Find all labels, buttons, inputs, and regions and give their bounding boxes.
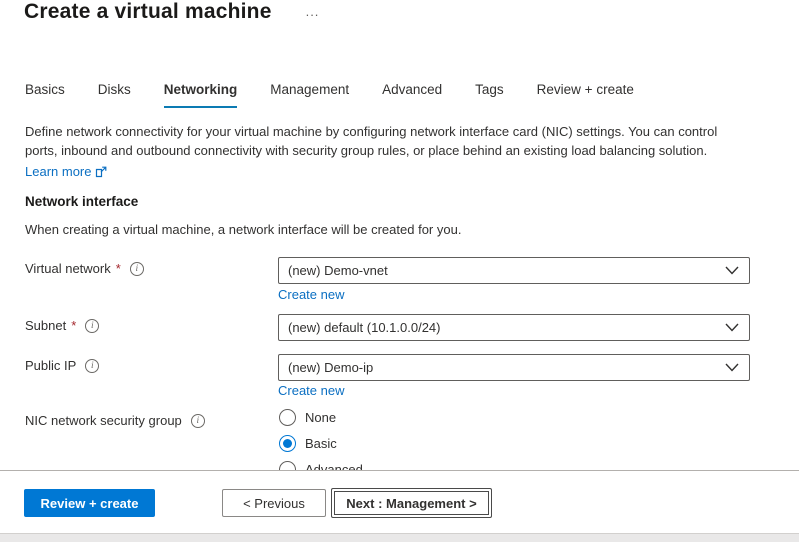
radio-selected-icon [279,435,296,452]
intro-text: Define network connectivity for your vir… [25,124,717,158]
virtual-network-create-new-link[interactable]: Create new [278,287,344,302]
info-icon[interactable]: i [130,262,144,276]
create-vm-page: Create a virtual machine ... Basics Disk… [0,0,799,542]
wizard-footer: Review + create < Previous Next : Manage… [0,470,799,533]
virtual-network-dropdown[interactable]: (new) Demo-vnet [278,257,750,284]
learn-more-label[interactable]: Learn more [25,162,91,181]
tab-content: Define network connectivity for your vir… [0,0,799,470]
subnet-label: Subnet* i [25,318,99,333]
bottom-strip [0,533,799,542]
review-create-button[interactable]: Review + create [24,489,155,517]
subnet-dropdown[interactable]: (new) default (10.1.0.0/24) [278,314,750,341]
external-link-icon [95,166,107,178]
nic-nsg-label: NIC network security group i [25,413,205,428]
chevron-down-icon [725,363,739,372]
radio-icon [279,461,296,470]
nsg-radio-advanced[interactable]: Advanced [279,461,363,470]
required-asterisk: * [71,318,76,333]
public-ip-dropdown[interactable]: (new) Demo-ip [278,354,750,381]
info-icon[interactable]: i [85,359,99,373]
learn-more-link[interactable]: Learn more [25,162,107,181]
public-ip-value: (new) Demo-ip [288,360,373,375]
public-ip-create-new-link[interactable]: Create new [278,383,344,398]
network-interface-description: When creating a virtual machine, a netwo… [25,222,461,237]
next-management-button[interactable]: Next : Management > [331,488,492,518]
radio-icon [279,409,296,426]
info-icon[interactable]: i [191,414,205,428]
chevron-down-icon [725,323,739,332]
nsg-radio-none[interactable]: None [279,409,336,426]
networking-intro: Define network connectivity for your vir… [25,122,737,181]
network-interface-heading: Network interface [25,194,138,209]
virtual-network-value: (new) Demo-vnet [288,263,388,278]
public-ip-label: Public IP i [25,358,99,373]
required-asterisk: * [116,261,121,276]
chevron-down-icon [725,266,739,275]
info-icon[interactable]: i [85,319,99,333]
virtual-network-label: Virtual network* i [25,261,144,276]
nsg-radio-basic[interactable]: Basic [279,435,337,452]
previous-button[interactable]: < Previous [222,489,326,517]
subnet-value: (new) default (10.1.0.0/24) [288,320,440,335]
